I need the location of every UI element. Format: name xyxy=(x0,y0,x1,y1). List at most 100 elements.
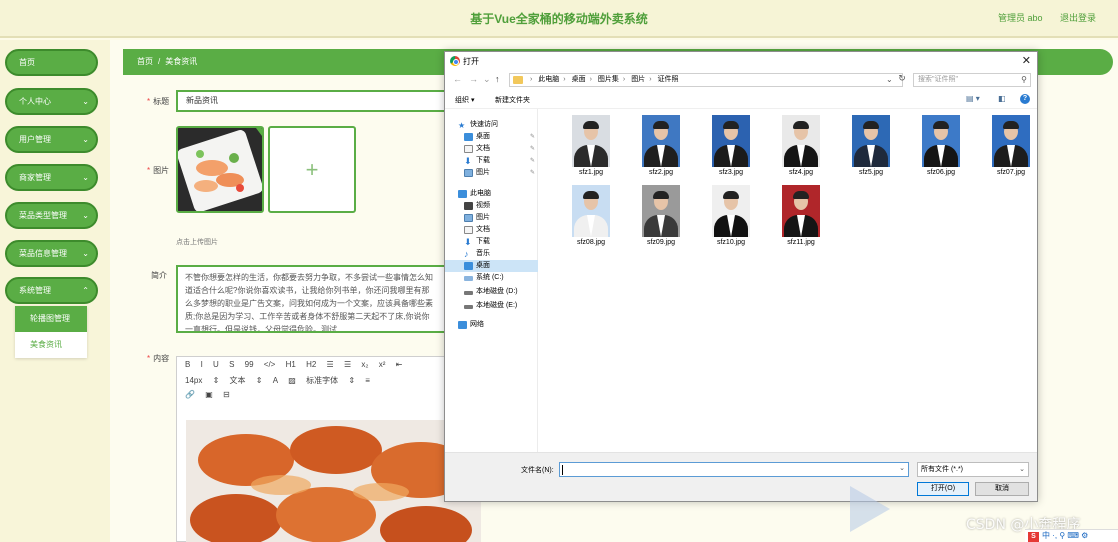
drive-icon xyxy=(464,276,473,281)
filename-input[interactable]: ⌄ xyxy=(559,462,909,477)
image-thumbnail xyxy=(712,115,750,167)
strike-button[interactable]: S xyxy=(229,360,234,369)
subscript-button[interactable]: x₂ xyxy=(361,360,368,369)
nav-item-desktop-pinned[interactable]: 桌面 ✎ xyxy=(445,131,538,143)
nav-item-drive-d[interactable]: 本地磁盘 (D:) xyxy=(445,286,538,298)
view-options-icon[interactable]: ▤ ▾ xyxy=(966,94,980,103)
breadcrumb-home[interactable]: 首页 xyxy=(137,57,153,66)
nav-item-drive-e[interactable]: 本地磁盘 (E:) xyxy=(445,300,538,312)
address-crumb[interactable]: 证件照 xyxy=(657,76,678,83)
nav-item-label: 网络 xyxy=(470,321,484,328)
file-item[interactable]: sfz5.jpg xyxy=(841,109,901,179)
link-icon[interactable]: 🔗 xyxy=(185,390,195,399)
help-icon[interactable]: ? xyxy=(1020,94,1030,104)
file-name: sfz1.jpg xyxy=(578,169,604,176)
close-icon[interactable]: ✕ xyxy=(1022,54,1031,67)
quote-button[interactable]: 99 xyxy=(245,360,254,369)
italic-button[interactable]: I xyxy=(201,360,203,369)
recent-dropdown-icon[interactable]: ⌄ xyxy=(483,74,491,85)
h2-button[interactable]: H2 xyxy=(306,360,316,369)
image-insert-icon[interactable]: ▣ xyxy=(205,390,213,399)
search-input[interactable]: 搜索"证件照" ⚲ xyxy=(913,73,1031,87)
bullet-list-button[interactable]: ☰ xyxy=(344,360,351,369)
sidebar: 首页 个人中心 ⌄ 用户管理 ⌄ 商家管理 ⌄ 菜品类型管理 ⌄ 菜品信息管理 ⌄ 系统管… xyxy=(0,40,110,542)
address-crumb[interactable]: 图片集 xyxy=(598,76,619,83)
h1-button[interactable]: H1 xyxy=(286,360,296,369)
file-item[interactable]: sfz09.jpg xyxy=(631,179,691,249)
nav-item-this-pc[interactable]: 此电脑 xyxy=(445,188,538,200)
editor-toolbar-row-1: B I U S 99 </> H1 H2 ☰ ☰ x₂ x² ⇤ xyxy=(177,357,445,372)
file-name: sfz5.jpg xyxy=(858,169,884,176)
up-icon[interactable]: ↑ xyxy=(495,74,500,84)
superscript-button[interactable]: x² xyxy=(379,360,386,369)
forward-icon[interactable]: → xyxy=(469,74,478,84)
nav-item-pictures[interactable]: 图片 xyxy=(445,212,538,224)
ordered-list-button[interactable]: ☰ xyxy=(327,360,334,369)
preview-pane-icon[interactable]: ◧ xyxy=(998,94,1006,103)
chevron-down-icon[interactable]: ⌄ xyxy=(886,74,893,86)
nav-item-downloads-pinned[interactable]: ⬇ 下载 ✎ xyxy=(445,155,538,167)
refresh-icon[interactable]: ↻ xyxy=(895,73,909,87)
font-color-button[interactable]: A xyxy=(273,376,278,385)
address-crumb[interactable]: 桌面 xyxy=(572,76,586,83)
content-label: * 内容 xyxy=(147,354,170,363)
file-item[interactable]: sfz08.jpg xyxy=(561,179,621,249)
address-bar[interactable]: › 此电脑 › 桌面 › 图片集 › 图片 › 证件照 ⌄ xyxy=(509,73,903,87)
align-button[interactable]: ≡ xyxy=(365,376,370,385)
font-size-select[interactable]: 14px xyxy=(185,376,202,385)
outdent-button[interactable]: ⇤ xyxy=(396,360,403,369)
underline-button[interactable]: U xyxy=(213,360,219,369)
file-item[interactable]: sfz2.jpg xyxy=(631,109,691,179)
nav-item-documents[interactable]: 文档 xyxy=(445,224,538,236)
file-item[interactable]: sfz11.jpg xyxy=(771,179,831,249)
image-upload-button[interactable]: + xyxy=(268,126,356,213)
file-item[interactable]: sfz4.jpg xyxy=(771,109,831,179)
nav-item-music[interactable]: ♪ 音乐 xyxy=(445,248,538,260)
text-style-select[interactable]: 文本 xyxy=(230,376,246,385)
sidebar-item-user-management[interactable]: 用户管理 ⌄ xyxy=(5,126,98,153)
file-item[interactable]: sfz06.jpg xyxy=(911,109,971,179)
submenu-item-carousel[interactable]: 轮播图管理 xyxy=(15,306,87,332)
bold-button[interactable]: B xyxy=(185,360,190,369)
code-button[interactable]: </> xyxy=(264,360,276,369)
file-type-select[interactable]: 所有文件 (*.*) ⌄ xyxy=(917,462,1029,477)
background-color-button[interactable]: ▨ xyxy=(288,376,296,385)
nav-item-network[interactable]: 网络 xyxy=(445,319,538,331)
nav-item-drive-c[interactable]: 系统 (C:) xyxy=(445,272,538,284)
new-folder-button[interactable]: 新建文件夹 xyxy=(495,95,530,105)
back-icon[interactable]: ← xyxy=(453,74,462,84)
file-item[interactable]: sfz1.jpg xyxy=(561,109,621,179)
nav-item-documents-pinned[interactable]: 文档 ✎ xyxy=(445,143,538,155)
file-item[interactable]: sfz3.jpg xyxy=(701,109,761,179)
pin-icon: ✎ xyxy=(530,134,536,140)
open-button[interactable]: 打开(O) xyxy=(917,482,969,496)
title-input[interactable]: 新品资讯 xyxy=(176,90,446,112)
rich-text-editor[interactable]: B I U S 99 </> H1 H2 ☰ ☰ x₂ x² ⇤ 14px ⇕ … xyxy=(176,356,481,542)
uploaded-image-thumbnail[interactable] xyxy=(176,126,264,213)
submenu-item-food-news[interactable]: 美食资讯 xyxy=(15,332,87,358)
sidebar-item-label: 菜品类型管理 xyxy=(19,211,67,220)
nav-item-downloads[interactable]: ⬇ 下载 xyxy=(445,236,538,248)
sidebar-item-home[interactable]: 首页 xyxy=(5,49,98,76)
nav-item-pictures-pinned[interactable]: 图片 ✎ xyxy=(445,167,538,179)
sidebar-item-personal-center[interactable]: 个人中心 ⌄ xyxy=(5,88,98,115)
video-insert-icon[interactable]: ⊟ xyxy=(223,390,230,399)
nav-item-videos[interactable]: 视频 xyxy=(445,200,538,212)
file-item[interactable]: sfz07.jpg xyxy=(981,109,1041,179)
nav-item-quick-access[interactable]: ★ 快速访问 xyxy=(445,119,538,131)
sidebar-item-dish-info-management[interactable]: 菜品信息管理 ⌄ xyxy=(5,240,98,267)
organize-button[interactable]: 组织 ▾ xyxy=(455,95,474,105)
sidebar-item-merchant-management[interactable]: 商家管理 ⌄ xyxy=(5,164,98,191)
file-item[interactable]: sfz10.jpg xyxy=(701,179,761,249)
intro-textarea[interactable]: 不管你想要怎样的生活，你都要去努力争取，不多尝试一些事情怎么知道适合什么呢?你说… xyxy=(176,265,446,333)
font-family-select[interactable]: 标准字体 xyxy=(306,376,338,385)
nav-item-desktop[interactable]: 桌面 xyxy=(445,260,538,272)
address-crumb[interactable]: 图片 xyxy=(631,76,645,83)
sidebar-item-dish-type-management[interactable]: 菜品类型管理 ⌄ xyxy=(5,202,98,229)
logout-link[interactable]: 退出登录 xyxy=(1060,11,1096,24)
address-crumb[interactable]: 此电脑 xyxy=(538,76,559,83)
cancel-button[interactable]: 取消 xyxy=(975,482,1029,496)
image-thumbnail xyxy=(712,185,750,237)
chevron-down-icon[interactable]: ⌄ xyxy=(899,464,905,472)
sidebar-item-system-management[interactable]: 系统管理 ⌃ xyxy=(5,277,98,304)
